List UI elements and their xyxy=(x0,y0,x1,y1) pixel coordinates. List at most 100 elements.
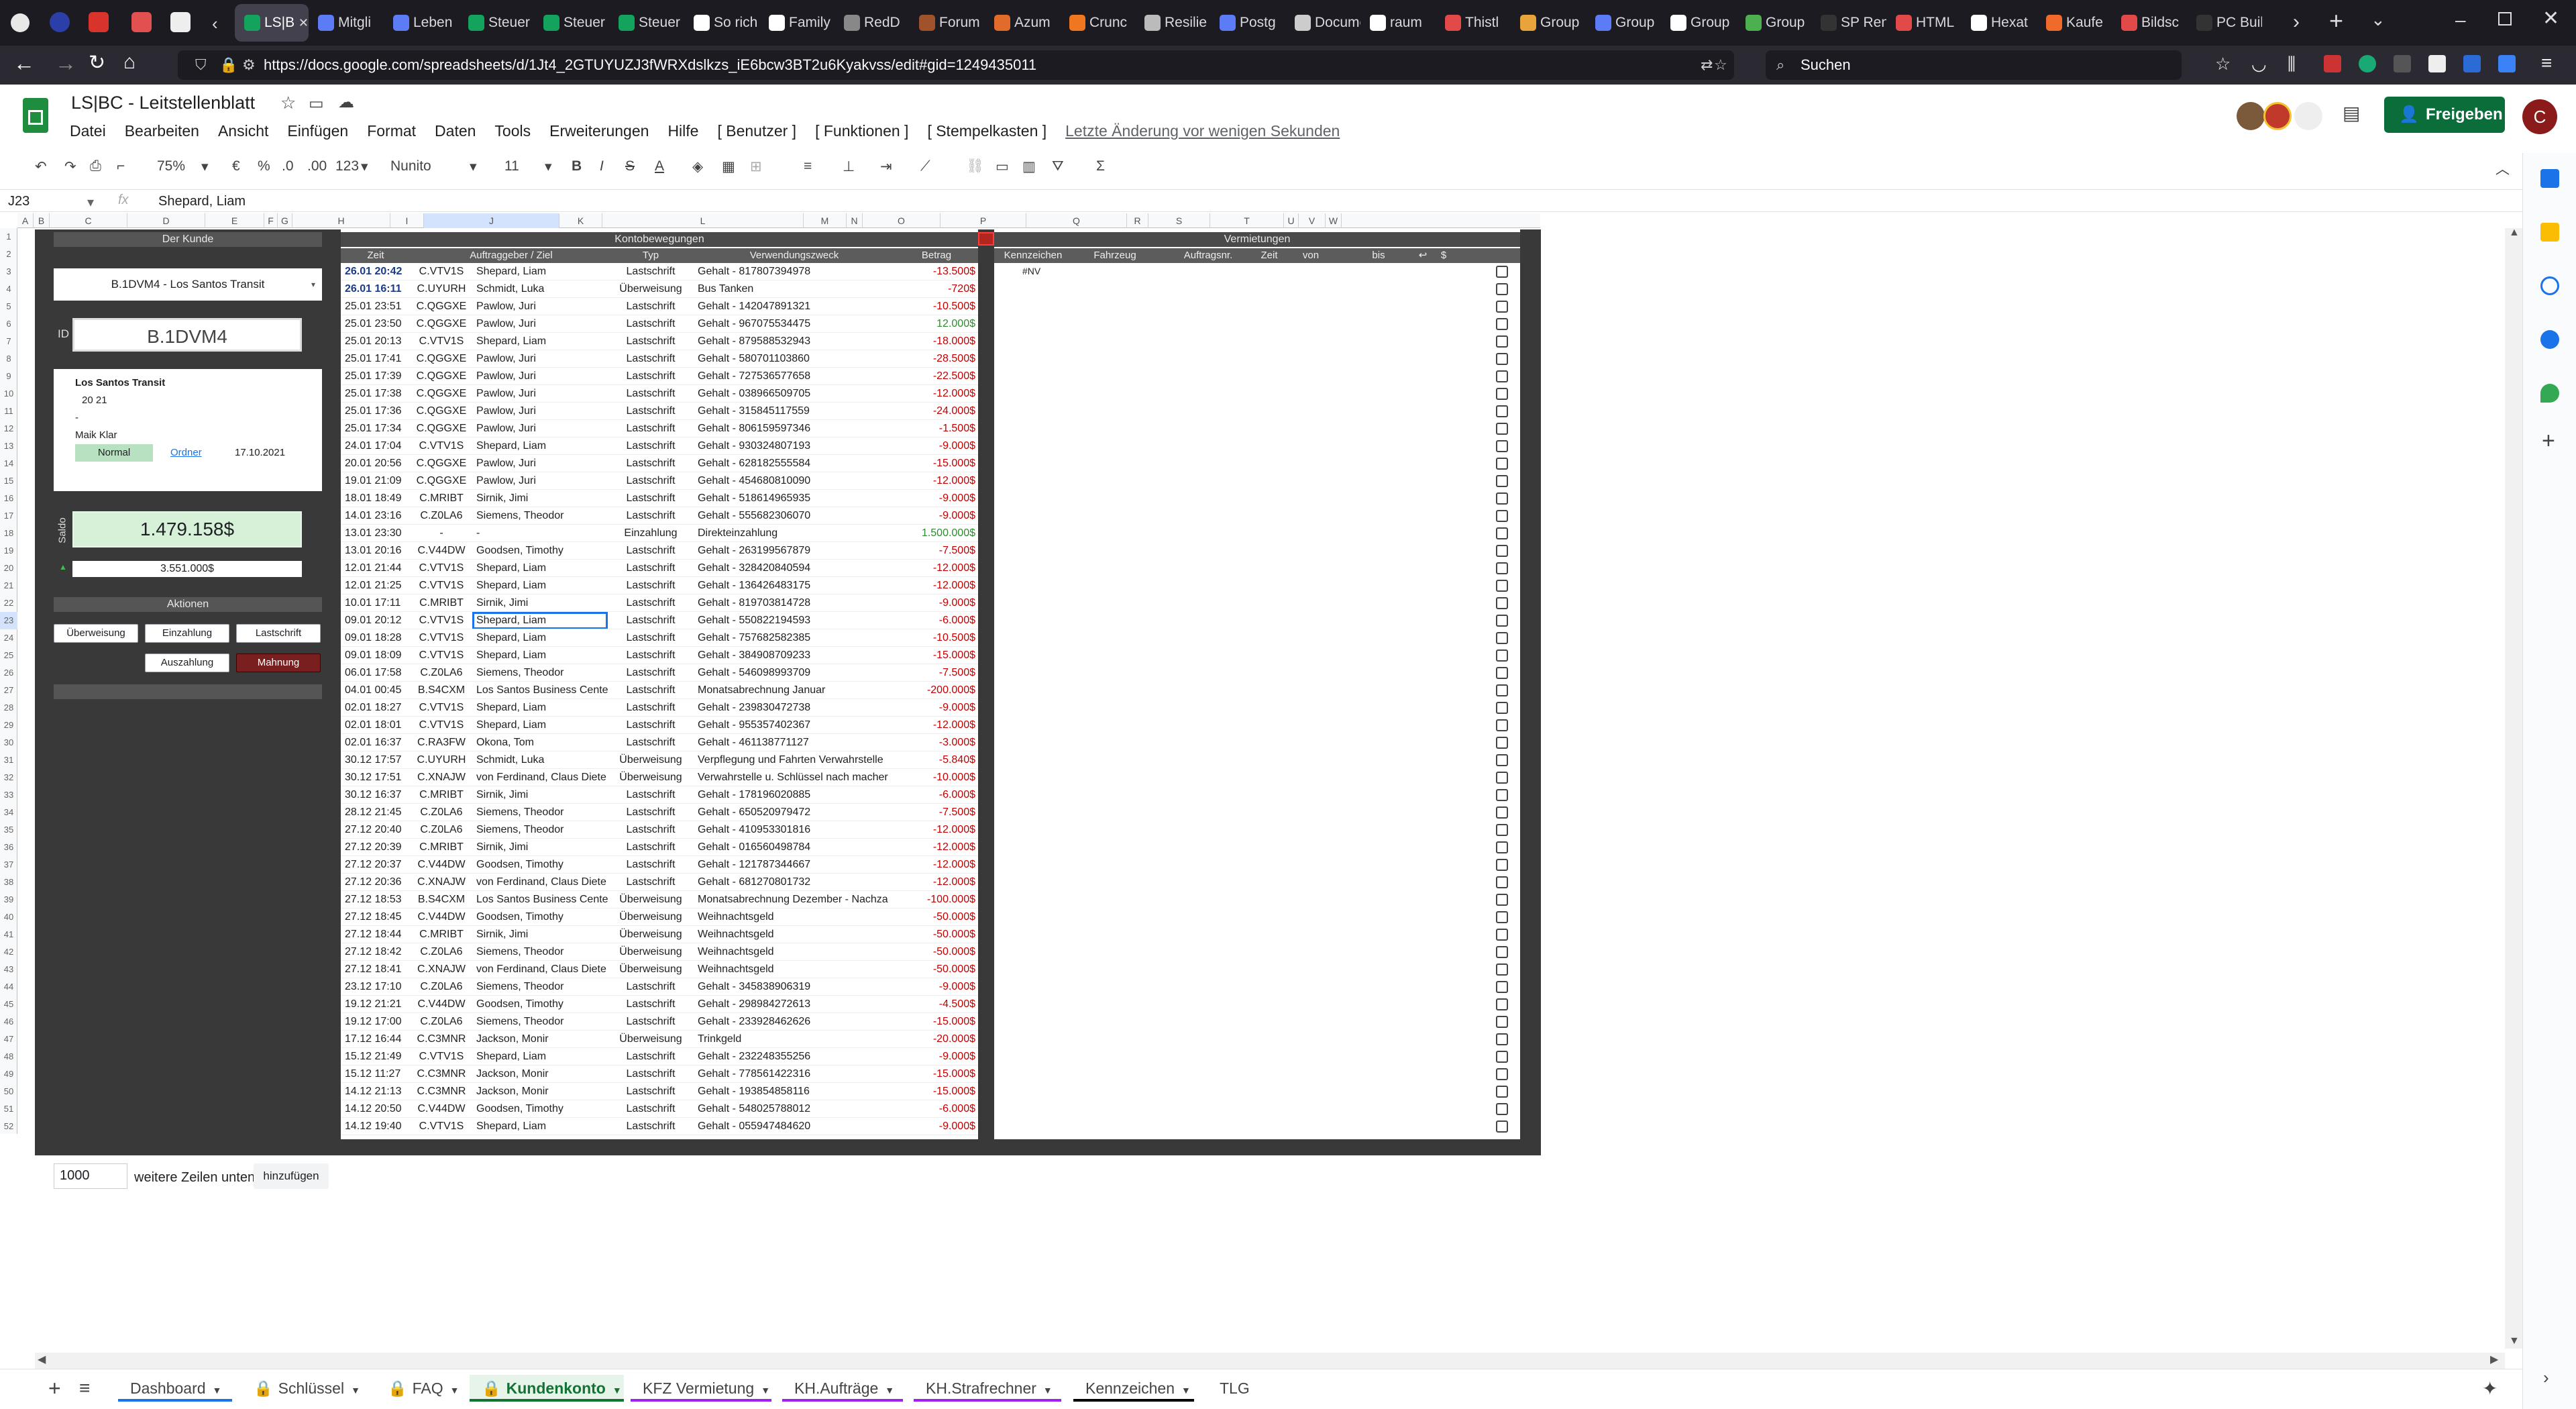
table-cell[interactable]: Shepard, Liam xyxy=(472,560,608,576)
menu-item[interactable]: Ansicht xyxy=(218,122,268,140)
row-header[interactable]: 31 xyxy=(0,751,17,769)
insert-chart-icon[interactable]: ▥ xyxy=(1022,158,1036,175)
chevron-down-icon[interactable]: ▼ xyxy=(450,1385,460,1396)
menu-item[interactable]: [ Funktionen ] xyxy=(815,122,908,140)
sheet-tab[interactable]: Dashboard ▼ xyxy=(118,1375,232,1402)
browser-tab[interactable]: Group xyxy=(1736,4,1811,42)
checkbox[interactable] xyxy=(1496,458,1508,470)
row-header[interactable]: 41 xyxy=(0,926,17,943)
table-cell[interactable]: Siemens, Theodor xyxy=(472,978,608,995)
share-button[interactable]: 👤 Freigeben xyxy=(2384,97,2505,133)
forward-icon[interactable]: → xyxy=(55,51,76,76)
zoom-select[interactable]: 75% xyxy=(157,158,185,174)
column-header[interactable]: V xyxy=(1299,213,1326,228)
collaborator-avatar[interactable] xyxy=(2294,102,2322,130)
table-cell[interactable]: Jackson, Monir xyxy=(472,1065,608,1082)
comment-icon[interactable]: ▤ xyxy=(2343,102,2360,124)
new-tab-icon[interactable]: + xyxy=(2329,7,2343,35)
row-header[interactable]: 51 xyxy=(0,1100,17,1118)
payout-button[interactable]: Auszahlung xyxy=(145,654,229,672)
checkbox[interactable] xyxy=(1496,1051,1508,1063)
sheet-tab[interactable]: 🔒 Kundenkonto ▼ xyxy=(470,1375,624,1402)
currency-format-button[interactable]: € xyxy=(232,158,240,174)
sheets-logo-icon[interactable] xyxy=(23,98,48,133)
sheet-tab[interactable]: 🔒 FAQ ▼ xyxy=(376,1375,463,1402)
transfer-button[interactable]: Überweisung xyxy=(54,624,138,643)
row-header[interactable]: 17 xyxy=(0,507,17,525)
browser-tab[interactable]: HTML xyxy=(1886,4,1962,42)
table-cell[interactable]: Shepard, Liam xyxy=(472,647,608,664)
chevron-down-icon[interactable]: ▼ xyxy=(612,1385,622,1396)
table-cell[interactable]: Shepard, Liam xyxy=(472,333,608,350)
star-icon[interactable]: ☆ xyxy=(280,93,296,113)
align-vertical-icon[interactable]: ⊥ xyxy=(843,158,855,175)
browser-tab[interactable]: Hexat xyxy=(1962,4,2037,42)
extension-icon[interactable] xyxy=(2498,55,2516,72)
permissions-icon[interactable]: ⚙ xyxy=(242,50,256,80)
table-cell[interactable]: Sirnik, Jimi xyxy=(472,594,608,611)
browser-tab[interactable]: Steuer xyxy=(459,4,534,42)
chevron-down-icon[interactable]: ▾ xyxy=(311,268,315,301)
percent-format-button[interactable]: % xyxy=(258,158,270,174)
name-box[interactable]: J23 xyxy=(8,194,30,209)
text-rotation-icon[interactable]: ⟋ xyxy=(920,158,930,174)
menu-item[interactable]: Datei xyxy=(70,122,106,140)
menu-item[interactable]: Tools xyxy=(494,122,531,140)
browser-tab[interactable]: PC Buildin xyxy=(2187,4,2262,42)
pocket-icon[interactable]: ◡ xyxy=(2251,54,2267,74)
add-addon-icon[interactable]: + xyxy=(2542,428,2555,454)
table-cell[interactable]: Pawlow, Juri xyxy=(472,385,608,402)
row-header[interactable]: 42 xyxy=(0,943,17,961)
checkbox[interactable] xyxy=(1496,370,1508,382)
table-cell[interactable]: Sirnik, Jimi xyxy=(472,839,608,855)
table-cell[interactable]: Schmidt, Luka xyxy=(472,751,608,768)
close-icon[interactable]: ✕ xyxy=(2542,7,2559,30)
browser-tab[interactable]: Postg xyxy=(1210,4,1285,42)
checkbox[interactable] xyxy=(1496,911,1508,923)
browser-tab[interactable]: So rich xyxy=(684,4,759,42)
insert-comment-icon[interactable]: ▭ xyxy=(996,158,1009,175)
expand-panel-icon[interactable]: › xyxy=(2543,1367,2549,1388)
checkbox[interactable] xyxy=(1496,737,1508,749)
scroll-left-icon[interactable]: ◀ xyxy=(38,1353,46,1366)
account-avatar[interactable]: C xyxy=(2522,99,2557,134)
checkbox[interactable] xyxy=(1496,318,1508,330)
checkbox[interactable] xyxy=(1496,841,1508,853)
table-cell[interactable]: Sirnik, Jimi xyxy=(472,490,608,507)
checkbox[interactable] xyxy=(1496,440,1508,452)
table-cell[interactable]: Sirnik, Jimi xyxy=(472,786,608,803)
row-header[interactable]: 9 xyxy=(0,368,17,385)
browser-tab[interactable]: SP Rent xyxy=(1811,4,1886,42)
pinned-tab-icon[interactable] xyxy=(170,12,191,32)
row-header[interactable]: 36 xyxy=(0,839,17,856)
menu-item[interactable]: Hilfe xyxy=(667,122,698,140)
table-cell[interactable]: Shepard, Liam xyxy=(472,1118,608,1135)
keep-icon[interactable] xyxy=(2540,223,2559,242)
customer-dropdown[interactable]: B.1DVM4 - Los Santos Transit ▾ xyxy=(54,268,322,301)
selected-cell-marker[interactable] xyxy=(978,232,994,246)
document-title[interactable]: LS|BC - Leitstellenblatt xyxy=(71,93,255,113)
tab-scroll-left-icon[interactable]: ‹ xyxy=(212,13,218,34)
scroll-up-icon[interactable]: ▲ xyxy=(2509,227,2520,239)
checkbox[interactable] xyxy=(1496,423,1508,435)
table-cell[interactable]: von Ferdinand, Claus Diete xyxy=(472,769,608,786)
folder-link[interactable]: Ordner xyxy=(170,447,202,458)
row-header[interactable]: 39 xyxy=(0,891,17,908)
chevron-down-icon[interactable]: ▼ xyxy=(761,1385,770,1396)
row-header[interactable]: 18 xyxy=(0,525,17,542)
browser-tab[interactable]: LS|BC ✕ xyxy=(235,4,309,42)
row-header[interactable]: 33 xyxy=(0,786,17,804)
table-cell[interactable]: Okona, Tom xyxy=(472,734,608,751)
more-formats-select[interactable]: 123 xyxy=(335,158,359,174)
tasks-icon[interactable] xyxy=(2540,276,2559,295)
list-tabs-icon[interactable]: ⌄ xyxy=(2371,9,2385,30)
table-cell[interactable]: Pawlow, Juri xyxy=(472,315,608,332)
row-header[interactable]: 28 xyxy=(0,699,17,717)
checkbox[interactable] xyxy=(1496,527,1508,539)
insert-link-icon[interactable]: ⛓ xyxy=(966,158,984,174)
checkbox[interactable] xyxy=(1496,789,1508,801)
checkbox[interactable] xyxy=(1496,946,1508,958)
extension-icon[interactable] xyxy=(2428,55,2446,72)
row-header[interactable]: 24 xyxy=(0,629,17,647)
menu-item[interactable]: Bearbeiten xyxy=(125,122,199,140)
